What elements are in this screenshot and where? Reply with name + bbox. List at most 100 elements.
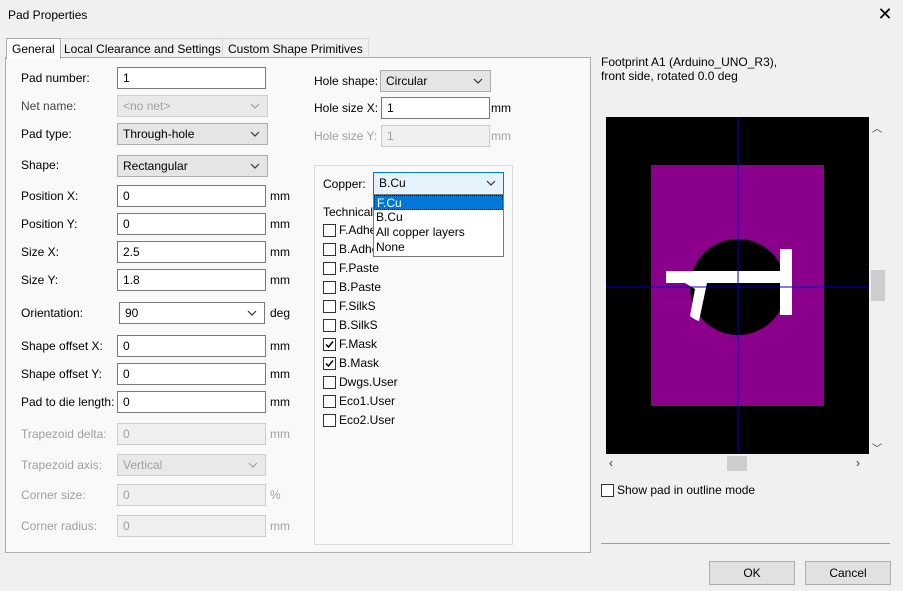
pad-number-glyph-stem [780, 249, 792, 315]
hole-size-x-input[interactable]: 1 [381, 97, 490, 119]
trapezoid-axis-combo[interactable]: Vertical [117, 454, 266, 476]
size-x-label: Size X: [21, 245, 60, 259]
footprint-info-line2: front side, rotated 0.0 deg [601, 69, 738, 83]
pad-type-label: Pad type: [21, 127, 72, 141]
pad-to-die-unit: mm [270, 395, 290, 409]
corner-radius-input[interactable]: 0 [117, 515, 266, 537]
layer-label: Eco2.User [339, 413, 396, 427]
pad-preview-canvas[interactable] [606, 117, 869, 454]
ok-button[interactable]: OK [709, 561, 795, 585]
layer-label: B.SilkS [339, 318, 378, 332]
dropdown-option-b-cu[interactable]: B.Cu [374, 210, 503, 225]
chevron-down-icon [250, 131, 260, 137]
corner-size-input[interactable]: 0 [117, 484, 266, 506]
orientation-label: Orientation: [21, 306, 84, 320]
scroll-right-icon[interactable]: › [856, 456, 868, 470]
checkbox[interactable] [323, 224, 336, 237]
pad-type-combo[interactable]: Through-hole [117, 123, 268, 145]
hole-shape-label: Hole shape: [314, 74, 379, 88]
tab-custom-shape-primitives[interactable]: Custom Shape Primitives [222, 38, 369, 58]
shape-combo[interactable]: Rectangular [117, 155, 268, 177]
position-y-label: Position Y: [21, 217, 78, 231]
hole-size-y-unit: mm [491, 129, 511, 143]
shape-value: Rectangular [123, 159, 188, 173]
check-icon [325, 360, 334, 368]
orientation-value: 90 [125, 306, 139, 320]
trapezoid-delta-input[interactable]: 0 [117, 423, 266, 445]
scroll-up-icon[interactable]: ︿ [871, 120, 883, 135]
chevron-down-icon [248, 462, 258, 468]
pad-number-glyph-bar [666, 271, 782, 283]
corner-size-unit: % [270, 488, 281, 502]
trapezoid-axis-label: Trapezoid axis: [21, 458, 102, 472]
size-y-input[interactable]: 1.8 [117, 269, 266, 291]
tab-general[interactable]: General [6, 38, 61, 59]
dropdown-option-f-cu[interactable]: F.Cu [374, 195, 503, 210]
hole-size-x-unit: mm [491, 101, 511, 115]
chevron-down-icon [250, 103, 260, 109]
checkbox[interactable] [323, 243, 336, 256]
position-x-input[interactable]: 0 [117, 185, 266, 207]
horizontal-scrollbar-thumb[interactable] [727, 456, 747, 471]
size-y-unit: mm [270, 273, 290, 287]
net-name-value: <no net> [123, 99, 171, 113]
checkbox[interactable] [323, 414, 336, 427]
scroll-down-icon[interactable]: ﹀ [871, 440, 883, 455]
close-icon[interactable]: ✕ [876, 5, 894, 23]
layer-label: B.Paste [339, 280, 382, 294]
tab-local-clearance[interactable]: Local Clearance and Settings [58, 38, 227, 58]
shape-offset-y-input[interactable]: 0 [117, 363, 266, 385]
layer-label: B.Mask [339, 356, 380, 370]
layer-label: F.SilkS [339, 299, 376, 313]
outline-mode-label: Show pad in outline mode [617, 483, 756, 497]
copper-label: Copper: [323, 177, 366, 191]
hole-shape-value: Circular [386, 74, 428, 88]
hole-size-y-label: Hole size Y: [314, 129, 378, 143]
size-x-input[interactable]: 2.5 [117, 241, 266, 263]
outline-mode-checkbox[interactable] [601, 484, 614, 497]
window-title: Pad Properties [8, 8, 88, 22]
chevron-down-icon [250, 163, 260, 169]
position-y-unit: mm [270, 217, 290, 231]
checkbox[interactable] [323, 319, 336, 332]
chevron-down-icon [486, 180, 496, 186]
chevron-down-icon [473, 78, 483, 84]
corner-size-label: Corner size: [21, 488, 86, 502]
checkbox[interactable] [323, 338, 336, 351]
net-name-combo[interactable]: <no net> [117, 95, 268, 117]
cancel-button[interactable]: Cancel [805, 561, 891, 585]
pad-number-input[interactable]: 1 [117, 67, 266, 89]
hole-size-y-input[interactable]: 1 [381, 125, 490, 147]
checkbox[interactable] [323, 357, 336, 370]
pad-type-value: Through-hole [123, 127, 195, 141]
hole-shape-combo[interactable]: Circular [380, 70, 491, 92]
pad-number-label: Pad number: [21, 71, 90, 85]
checkbox[interactable] [323, 300, 336, 313]
layer-label: F.Mask [339, 337, 378, 351]
layer-label: Dwgs.User [339, 375, 398, 389]
trapezoid-axis-value: Vertical [123, 458, 163, 472]
copper-combo[interactable]: B.Cu [373, 172, 504, 195]
pad-to-die-label: Pad to die length: [21, 395, 115, 409]
copper-dropdown-list: F.Cu B.Cu All copper layers None [373, 194, 504, 257]
shape-offset-y-unit: mm [270, 367, 290, 381]
size-y-label: Size Y: [21, 273, 59, 287]
checkbox[interactable] [323, 395, 336, 408]
trapezoid-delta-label: Trapezoid delta: [21, 427, 107, 441]
checkbox[interactable] [323, 262, 336, 275]
position-x-unit: mm [270, 189, 290, 203]
checkbox[interactable] [323, 281, 336, 294]
position-x-label: Position X: [21, 189, 79, 203]
shape-offset-x-input[interactable]: 0 [117, 335, 266, 357]
dropdown-option-none[interactable]: None [374, 240, 503, 255]
vertical-scrollbar-thumb[interactable] [871, 270, 885, 301]
orientation-combo[interactable]: 90 [119, 302, 265, 324]
dropdown-option-all-copper[interactable]: All copper layers [374, 225, 503, 240]
pad-to-die-input[interactable]: 0 [117, 391, 266, 413]
check-icon [325, 341, 334, 349]
corner-radius-unit: mm [270, 519, 290, 533]
shape-offset-y-label: Shape offset Y: [21, 367, 102, 381]
scroll-left-icon[interactable]: ‹ [609, 456, 621, 470]
position-y-input[interactable]: 0 [117, 213, 266, 235]
checkbox[interactable] [323, 376, 336, 389]
